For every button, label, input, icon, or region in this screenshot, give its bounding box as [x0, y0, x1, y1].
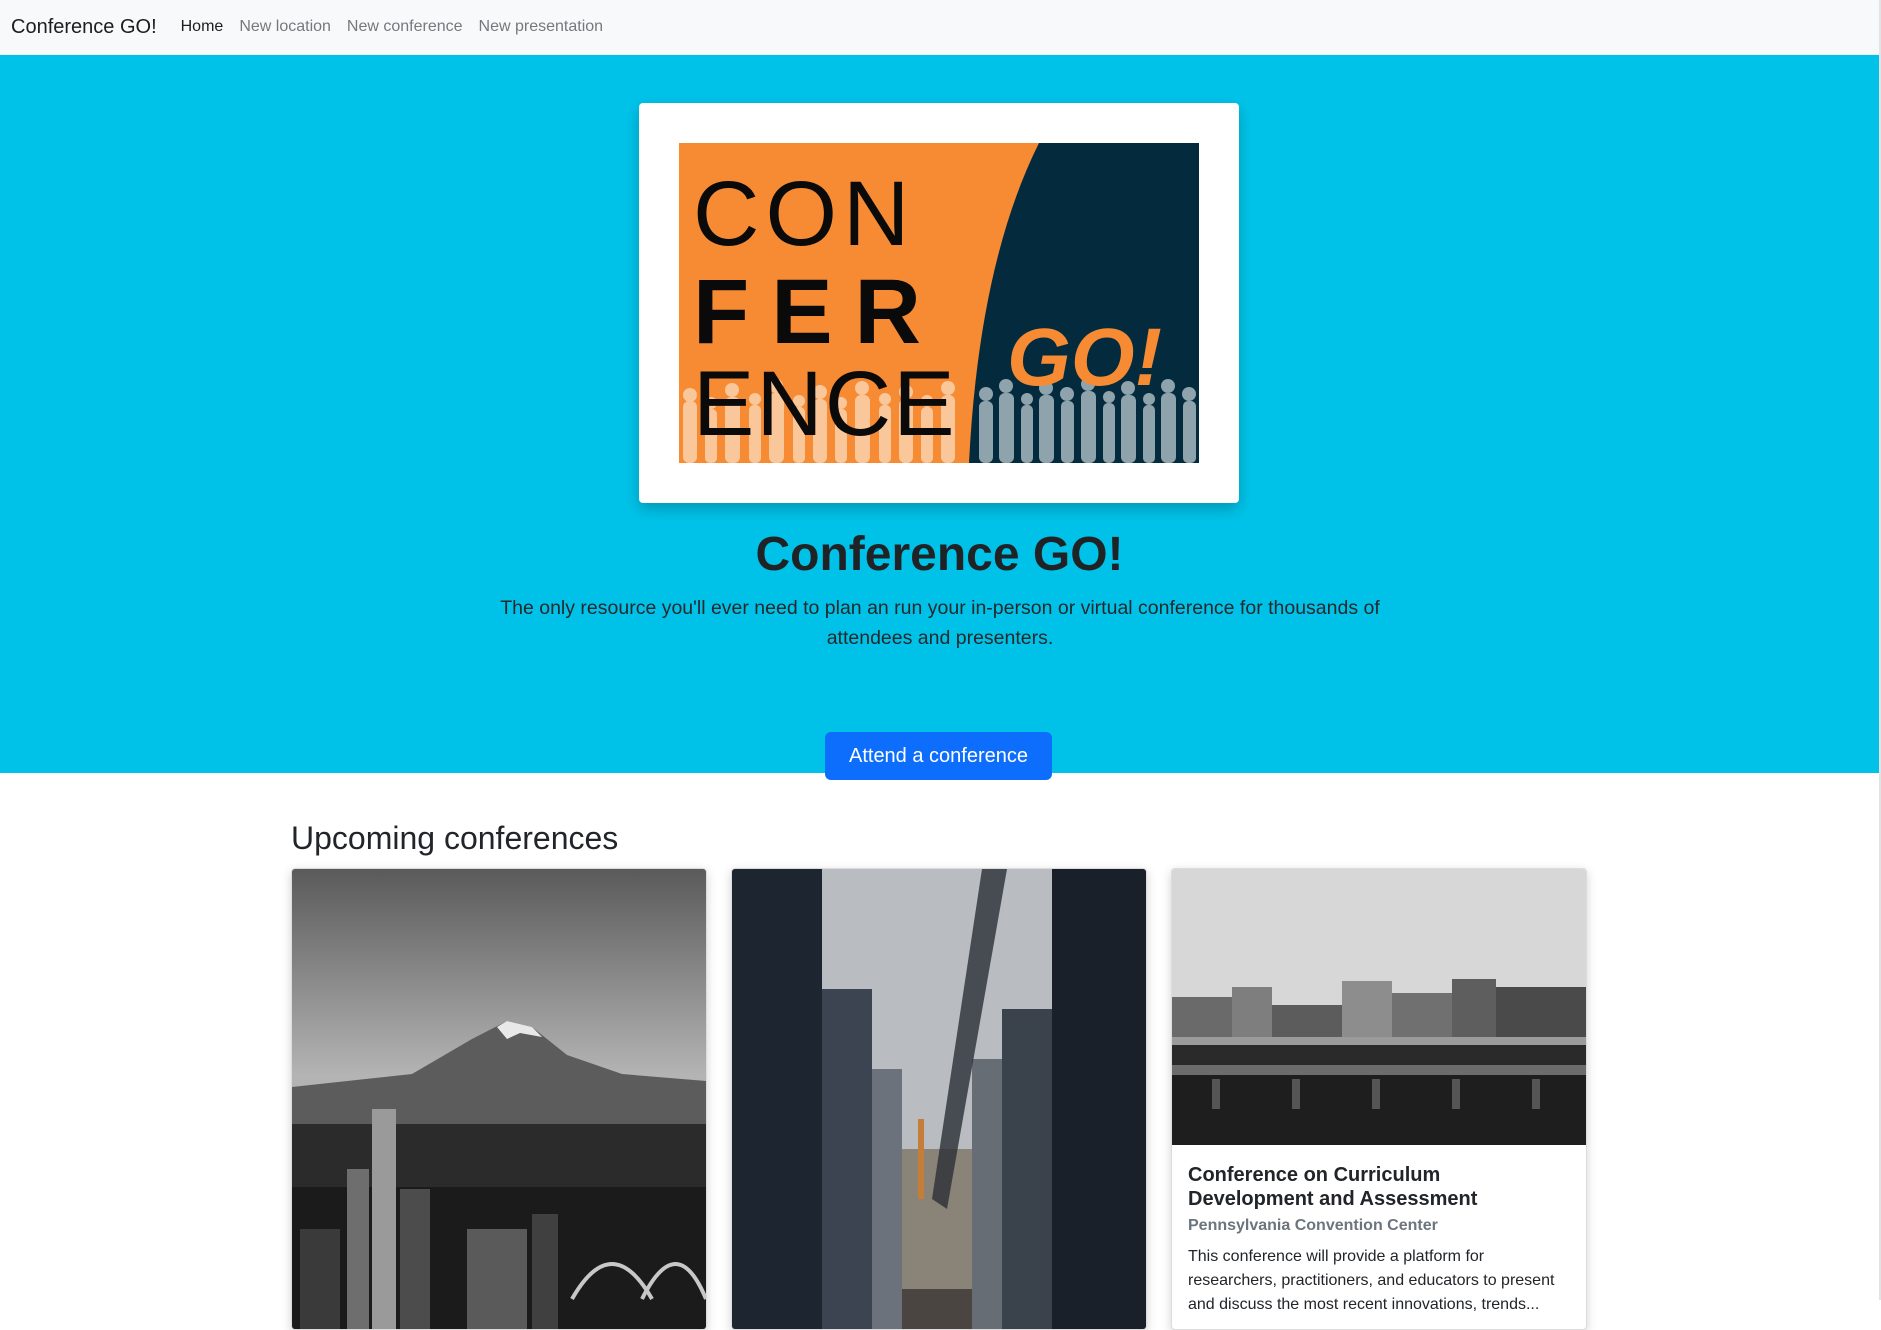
conference-location: Pennsylvania Convention Center [1188, 1217, 1438, 1234]
logo-text-con: CON [693, 163, 915, 265]
logo-text-go: GO! [1007, 312, 1162, 403]
logo-text-ence: ENCE [693, 353, 957, 455]
navbar: Conference GO! Home New location New con… [0, 0, 1879, 55]
conference-card[interactable] [731, 868, 1147, 1330]
card-body: Conference on Curriculum Development and… [1188, 1163, 1570, 1317]
city-bridge-photo [1172, 869, 1586, 1145]
nav-new-location[interactable]: New location [239, 18, 331, 36]
conference-card[interactable]: Conference on Curriculum Development and… [1171, 868, 1587, 1330]
skyscraper-street-photo [732, 869, 1146, 1329]
attend-conference-button[interactable]: Attend a conference [825, 732, 1052, 780]
hero-title: Conference GO! [755, 528, 1124, 581]
mountain-city-photo [292, 869, 706, 1329]
hero-section: CON FER ENCE GO! Conference GO! The only… [0, 55, 1879, 780]
conference-title[interactable]: Conference on Curriculum Development and… [1188, 1163, 1570, 1211]
nav-home[interactable]: Home [181, 18, 224, 36]
hero-lead-text: The only resource you'll ever need to pl… [500, 597, 1380, 649]
section-title: Upcoming conferences [291, 820, 619, 856]
brand-link[interactable]: Conference GO! [11, 16, 157, 39]
conference-go-logo: CON FER ENCE GO! [679, 143, 1199, 463]
logo-card: CON FER ENCE GO! [639, 103, 1239, 503]
nav-new-conference[interactable]: New conference [347, 18, 463, 36]
conference-description: This conference will provide a platform … [1188, 1248, 1555, 1313]
conference-card[interactable] [291, 868, 707, 1330]
nav-new-presentation[interactable]: New presentation [479, 18, 604, 36]
logo-text-fer: FER [693, 261, 943, 363]
